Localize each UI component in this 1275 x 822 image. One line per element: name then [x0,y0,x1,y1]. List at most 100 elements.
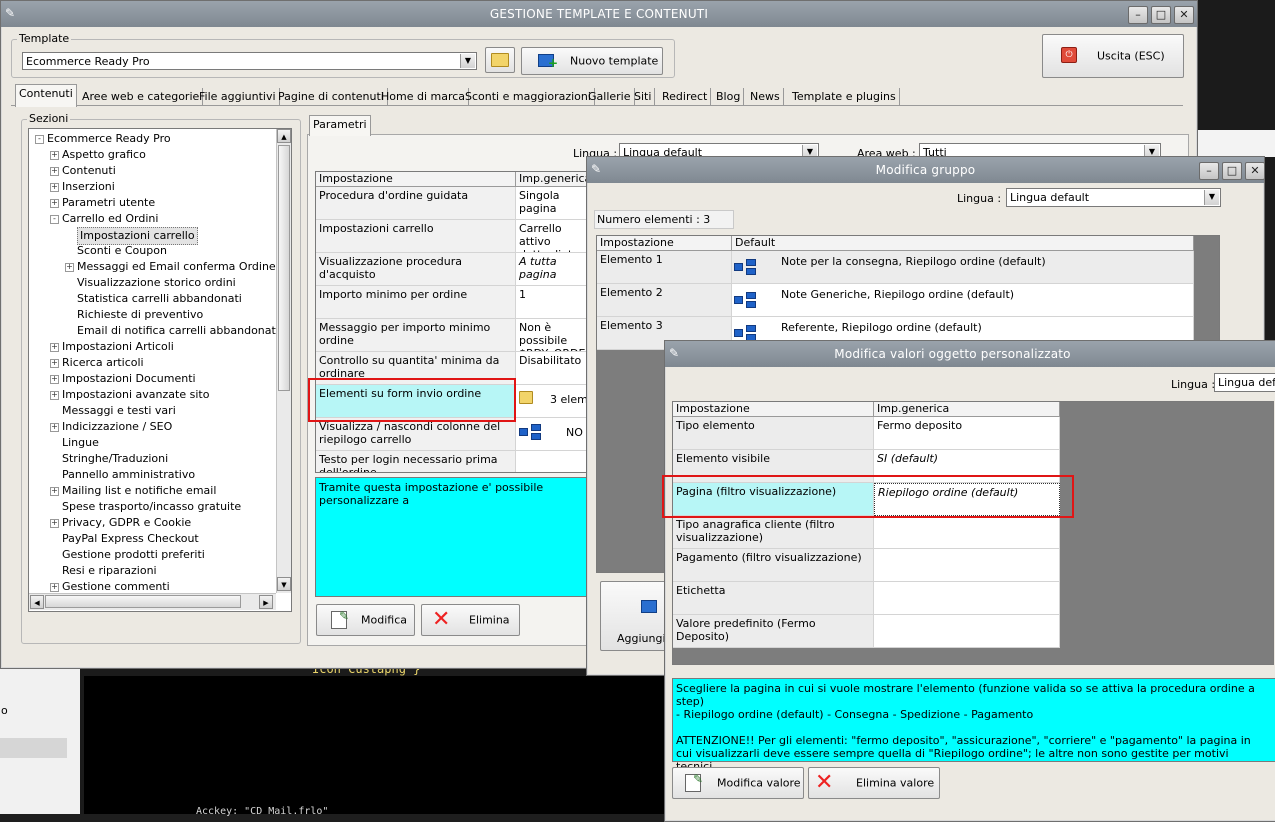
tab-blog[interactable]: Blog [713,88,745,106]
minimize-button[interactable]: – [1199,162,1219,180]
tree-expander-icon[interactable]: + [65,263,74,272]
group-lingua-select[interactable]: Lingua default ▼ [1006,188,1221,207]
table-row-value[interactable]: Non è possibile $RDY_ORDER [516,319,596,352]
custom-lingua-select[interactable]: Lingua defau [1214,373,1275,392]
table-row-setting[interactable]: Visualizza / nascondi colonne del riepil… [316,418,516,451]
table-row-value[interactable]: Carrello attivo dettagliato (vi [516,220,596,253]
table-row-value[interactable] [874,516,1060,549]
table-row-name[interactable]: Elemento 1 [597,251,732,284]
tree-horizontal-scrollbar[interactable]: ◀ ▶ [29,593,276,610]
table-row-value[interactable]: Singola pagina [516,187,596,220]
tree-item[interactable]: Richieste di preventivo [77,307,203,323]
tree-item[interactable]: Parametri utente [62,195,155,211]
table-row-setting[interactable]: Testo per login necessario prima dell'or… [316,451,516,472]
tab-contenuti[interactable]: Contenuti [15,84,77,107]
maximize-button[interactable]: □ [1151,6,1171,24]
scroll-left-button[interactable]: ◀ [30,595,44,609]
table-row-value[interactable]: NO C [516,418,596,451]
edit-value-button[interactable]: ✎ Modifica valore [672,767,804,799]
template-select[interactable]: Ecommerce Ready Pro ▼ [22,52,477,70]
tree-item[interactable]: Gestione prodotti preferiti [62,547,205,563]
tab-pagine-contenuti[interactable]: Pagine di contenuti [275,88,388,106]
tab-sconti[interactable]: Sconti e maggiorazioni [462,88,595,106]
table-row-name[interactable]: Valore predefinito (Fermo Deposito) [673,615,874,648]
tree-expander-icon[interactable]: + [50,199,59,208]
tab-siti[interactable]: Siti [631,88,656,106]
table-row-setting[interactable]: Importo minimo per ordine [316,286,516,319]
tree-item[interactable]: Impostazioni Articoli [62,339,174,355]
tree-expander-icon[interactable]: + [50,151,59,160]
edit-button[interactable]: ✎ Modifica [316,604,415,636]
tree-expander-icon[interactable]: - [50,215,59,224]
tree-item[interactable]: Mailing list e notifiche email [62,483,216,499]
tab-news[interactable]: News [747,88,784,106]
table-row-value[interactable] [874,615,1060,648]
table-row-value[interactable]: A tutta pagina [516,253,596,286]
tree-item[interactable]: Pannello amministrativo [62,467,195,483]
tab-template-plugins[interactable]: Template e plugins [789,88,900,106]
minimize-button[interactable]: – [1128,6,1148,24]
close-button[interactable]: ✕ [1174,6,1194,24]
tree-expander-icon[interactable]: + [50,359,59,368]
tree-expander-icon[interactable]: + [50,583,59,592]
tree-item[interactable]: Privacy, GDPR e Cookie [62,515,191,531]
table-row-value[interactable]: 1 [516,286,596,319]
table-row-setting[interactable]: Procedura d'ordine guidata [316,187,516,220]
scroll-up-button[interactable]: ▲ [277,129,291,143]
tree-expander-icon[interactable]: + [50,167,59,176]
maximize-button[interactable]: □ [1222,162,1242,180]
table-row-name[interactable]: Pagamento (filtro visualizzazione) [673,549,874,582]
tree-expander-icon[interactable]: + [50,375,59,384]
tree-expander-icon[interactable]: + [50,343,59,352]
table-row-setting[interactable]: Visualizzazione procedura d'acquisto [316,253,516,286]
tree-item[interactable]: Resi e riparazioni [62,563,157,579]
table-row-value[interactable] [516,451,596,472]
tree-item[interactable]: Statistica carrelli abbandonati [77,291,242,307]
tree-item[interactable]: Email di notifica carrelli abbandonati [77,323,279,339]
table-row-value[interactable]: Note Generiche, Riepilogo ordine (defaul… [732,284,1194,317]
table-row-value[interactable] [874,549,1060,582]
tree-item[interactable]: Aspetto grafico [62,147,146,163]
tab-parametri[interactable]: Parametri [309,115,371,136]
tab-file-aggiuntivi[interactable]: File aggiuntivi [196,88,280,106]
table-row-value[interactable]: Disabilitato [516,352,596,385]
tree-item[interactable]: Sconti e Coupon [77,243,167,259]
tree-item[interactable]: Lingue [62,435,99,451]
table-row-name[interactable]: Etichetta [673,582,874,615]
tree-item[interactable]: Carrello ed Ordini [62,211,158,227]
scroll-right-button[interactable]: ▶ [259,595,273,609]
table-row-setting[interactable]: Messaggio per importo minimo ordine [316,319,516,352]
tree-expander-icon[interactable]: + [50,183,59,192]
tree-item[interactable]: Impostazioni Documenti [62,371,196,387]
delete-value-button[interactable]: ✕ Elimina valore [808,767,940,799]
table-row-value[interactable]: 3 eleme [516,385,596,418]
exit-button[interactable]: ⏻ Uscita (ESC) [1042,34,1184,78]
tree-vertical-scrollbar[interactable]: ▲ ▼ [276,129,291,593]
tab-redirect[interactable]: Redirect [659,88,712,106]
tree-expander-icon[interactable]: + [50,487,59,496]
tab-home-marca[interactable]: Home di marca [378,88,470,106]
tree-item[interactable]: Messaggi e testi vari [62,403,176,419]
tree-item[interactable]: Visualizzazione storico ordini [77,275,236,291]
scroll-down-button[interactable]: ▼ [277,577,291,591]
table-row-name[interactable]: Tipo anagrafica cliente (filtro visualiz… [673,516,874,549]
tree-item[interactable]: Ecommerce Ready Pro [47,131,171,147]
tree-item[interactable]: Stringhe/Traduzioni [62,451,168,467]
table-row-setting[interactable]: Impostazioni carrello [316,220,516,253]
tree-item[interactable]: Impostazioni avanzate sito [62,387,209,403]
tab-aree-web[interactable]: Aree web e categorie [79,88,204,106]
tree-expander-icon[interactable]: + [50,519,59,528]
tree-expander-icon[interactable]: + [50,391,59,400]
table-row-value[interactable] [874,582,1060,615]
sections-tree[interactable]: - Ecommerce Ready Pro + Aspetto grafico + Con… [28,128,292,612]
close-button[interactable]: ✕ [1245,162,1265,180]
table-row-name[interactable]: Elemento 2 [597,284,732,317]
new-template-button[interactable]: + Nuovo template [521,47,663,75]
tree-item[interactable]: Inserzioni [62,179,115,195]
table-row-name[interactable]: Tipo elemento [673,417,874,450]
custom-grid[interactable]: Impostazione Imp.generica Tipo elemento F… [672,401,1274,665]
tree-item[interactable]: PayPal Express Checkout [62,531,199,547]
tree-item[interactable]: Indicizzazione / SEO [62,419,172,435]
open-folder-button[interactable] [485,47,515,73]
table-row-value[interactable]: Note per la consegna, Riepilogo ordine (… [732,251,1194,284]
